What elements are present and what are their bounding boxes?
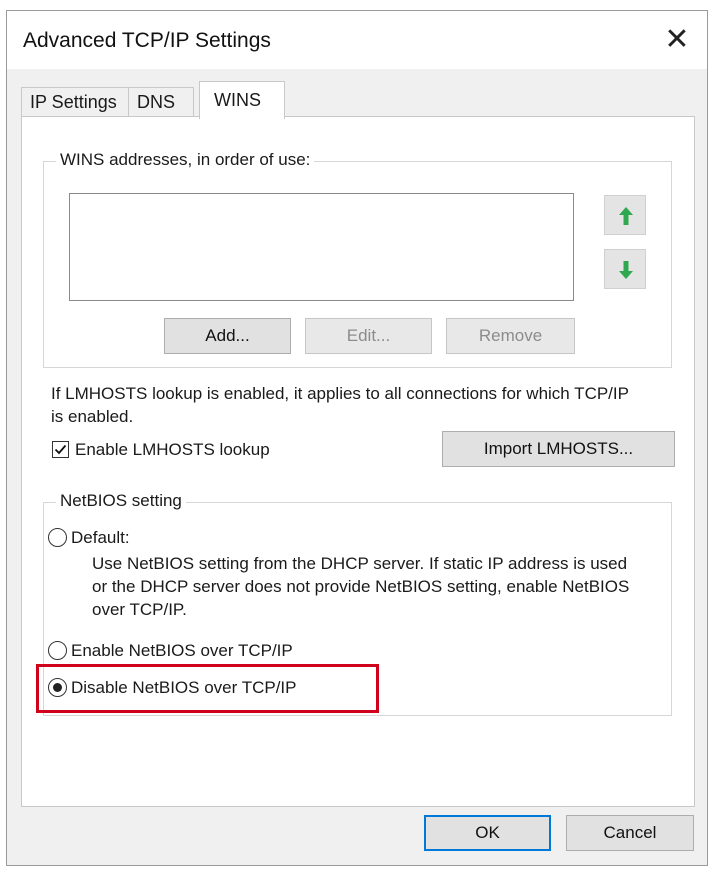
green-arrow-up-icon — [619, 207, 633, 225]
import-lmhosts-button[interactable]: Import LMHOSTS... — [442, 431, 675, 467]
radio-default[interactable]: Default: — [48, 525, 248, 551]
move-down-button[interactable] — [604, 249, 646, 289]
green-arrow-down-icon — [619, 261, 633, 279]
wins-addresses-label: WINS addresses, in order of use: — [56, 150, 315, 170]
title-bar: Advanced TCP/IP Settings ✕ — [7, 11, 707, 69]
edit-button[interactable]: Edit... — [305, 318, 432, 354]
dialog-title: Advanced TCP/IP Settings — [23, 29, 271, 52]
highlight-box — [36, 664, 379, 713]
wins-addresses-list[interactable] — [69, 193, 574, 301]
add-button[interactable]: Add... — [164, 318, 291, 354]
move-up-button[interactable] — [604, 195, 646, 235]
wins-tab-panel: WINS addresses, in order of use: Add... … — [21, 116, 695, 807]
radio-enable-label: Enable NetBIOS over TCP/IP — [71, 641, 293, 660]
lmhosts-description: If LMHOSTS lookup is enabled, it applies… — [51, 384, 629, 426]
radio-default-label: Default: — [71, 528, 130, 547]
tab-dns[interactable]: DNS — [128, 87, 194, 117]
tab-ip-settings[interactable]: IP Settings — [21, 87, 129, 117]
checkmark-icon — [54, 444, 67, 455]
wins-addresses-group: WINS addresses, in order of use: Add... … — [43, 150, 672, 368]
advanced-tcpip-dialog: Advanced TCP/IP Settings ✕ IP Settings D… — [6, 10, 708, 866]
netbios-setting-label: NetBIOS setting — [56, 491, 186, 511]
radio-enable-circle[interactable] — [48, 641, 67, 660]
close-icon[interactable]: ✕ — [661, 25, 693, 57]
radio-enable-netbios[interactable]: Enable NetBIOS over TCP/IP — [48, 638, 368, 664]
enable-lmhosts-checkbox[interactable]: Enable LMHOSTS lookup — [51, 437, 311, 463]
remove-button[interactable]: Remove — [446, 318, 575, 354]
enable-lmhosts-label: Enable LMHOSTS lookup — [75, 440, 270, 459]
lmhosts-checkbox-box[interactable] — [52, 441, 69, 458]
ok-button[interactable]: OK — [424, 815, 551, 851]
default-description: Use NetBIOS setting from the DHCP server… — [92, 554, 630, 619]
cancel-button[interactable]: Cancel — [566, 815, 694, 851]
tab-wins[interactable]: WINS — [199, 81, 285, 119]
radio-default-circle[interactable] — [48, 528, 67, 547]
